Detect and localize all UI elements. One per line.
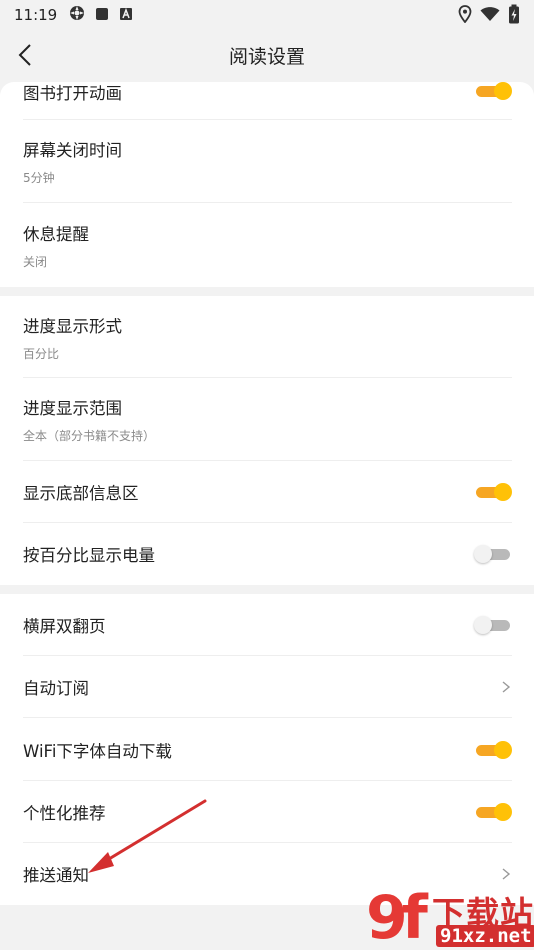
location-icon (458, 5, 472, 27)
bottom-info-toggle[interactable] (474, 483, 512, 501)
watermark-domain: 91xz.net (436, 925, 534, 947)
setting-label: 休息提醒 (23, 224, 89, 244)
setting-row-progress-format[interactable]: 进度显示形式 百分比 (0, 296, 534, 378)
status-bar: 11:19 (0, 0, 534, 30)
setting-label: 进度显示范围 (23, 399, 122, 418)
setting-row-rest-reminder[interactable]: 休息提醒 关闭 (0, 203, 534, 287)
setting-row-auto-subscribe[interactable]: 自动订阅 (0, 656, 534, 718)
landscape-double-page-toggle[interactable] (474, 616, 512, 634)
setting-row-screen-off-time[interactable]: 屏幕关闭时间 5分钟 (0, 120, 534, 203)
wifi-icon (480, 6, 500, 26)
setting-label: 横屏双翻页 (23, 617, 106, 636)
setting-label: 个性化推荐 (23, 804, 106, 823)
app-header: 阅读设置 (0, 30, 534, 82)
square-app-icon (95, 6, 109, 25)
page-title: 阅读设置 (228, 46, 305, 68)
setting-row-book-open-animation[interactable]: 图书打开动画 (0, 82, 534, 120)
setting-label: 图书打开动画 (23, 84, 122, 103)
personalized-recommendation-toggle[interactable] (474, 803, 512, 821)
setting-value: 关闭 (23, 254, 48, 269)
watermark: 9f 下载站 91xz.net (360, 883, 534, 950)
setting-label: 自动订阅 (23, 679, 89, 698)
setting-row-battery-percent[interactable]: 按百分比显示电量 (0, 523, 534, 585)
settings-list: 图书打开动画 屏幕关闭时间 5分钟 休息提醒 关闭 进度显示形式 百分比 进度显… (0, 82, 534, 905)
setting-value: 全本（部分书籍不支持） (23, 429, 156, 443)
setting-row-wifi-font-download[interactable]: WiFi下字体自动下载 (0, 718, 534, 781)
setting-row-landscape-double-page[interactable]: 横屏双翻页 (0, 594, 534, 656)
watermark-logo: 9f (360, 883, 430, 950)
settings-section-general: 图书打开动画 屏幕关闭时间 5分钟 休息提醒 关闭 (0, 82, 534, 287)
battery-percent-toggle[interactable] (474, 545, 512, 563)
setting-label: WiFi下字体自动下载 (23, 741, 172, 761)
settings-section-progress: 进度显示形式 百分比 进度显示范围 全本（部分书籍不支持） 显示底部信息区 按百… (0, 296, 534, 585)
chevron-right-icon (502, 681, 511, 693)
battery-charging-icon (508, 4, 520, 28)
status-time: 11:19 (14, 6, 58, 24)
wifi-font-download-toggle[interactable] (474, 740, 512, 759)
settings-section-other: 横屏双翻页 自动订阅 WiFi下字体自动下载 个性化推荐 推送通知 (0, 594, 534, 905)
setting-value: 百分比 (23, 346, 60, 361)
setting-row-progress-range[interactable]: 进度显示范围 全本（部分书籍不支持） (0, 378, 534, 461)
letter-a-app-icon (119, 6, 133, 25)
watermark-logo-glyph: 9f (366, 883, 428, 950)
setting-label: 屏幕关闭时间 (23, 141, 122, 160)
setting-row-bottom-info[interactable]: 显示底部信息区 (0, 461, 534, 523)
settings-app-icon (69, 5, 85, 25)
setting-label: 进度显示形式 (23, 316, 122, 336)
setting-label: 推送通知 (23, 866, 89, 885)
setting-value: 5分钟 (23, 171, 55, 185)
setting-row-personalized-recommendation[interactable]: 个性化推荐 (0, 781, 534, 843)
chevron-right-icon (502, 868, 511, 880)
book-open-animation-toggle[interactable] (474, 82, 512, 100)
setting-label: 显示底部信息区 (23, 484, 139, 503)
setting-label: 按百分比显示电量 (23, 546, 155, 565)
